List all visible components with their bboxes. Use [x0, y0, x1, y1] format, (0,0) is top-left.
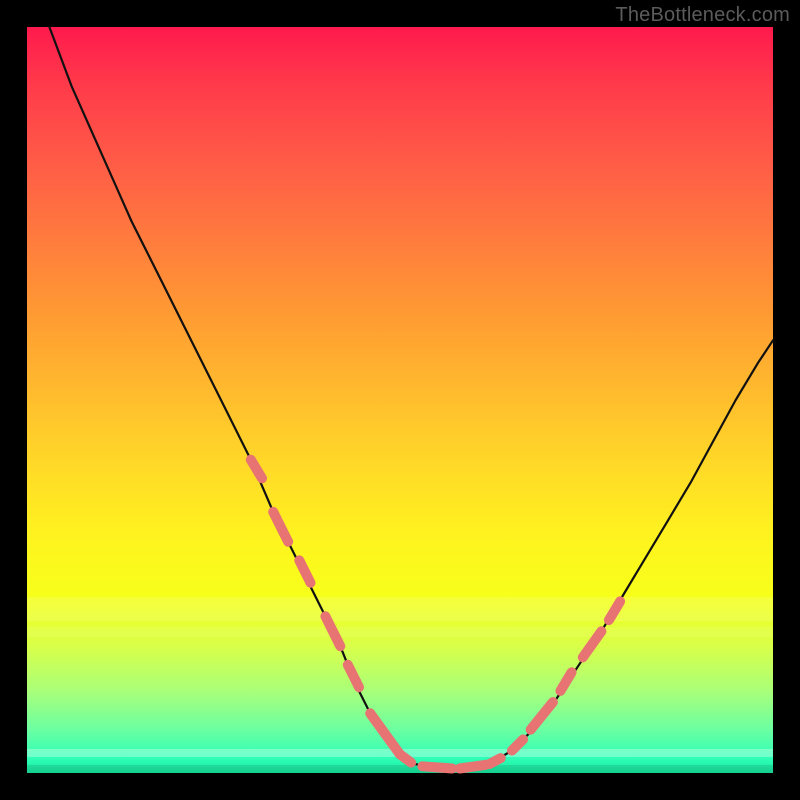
dash-segment [512, 739, 523, 750]
dash-segment [251, 460, 262, 479]
dash-segment [460, 765, 486, 769]
dash-segment [348, 665, 359, 687]
dash-segment [490, 758, 501, 764]
dash-segment [531, 702, 553, 730]
curve-group [49, 27, 773, 769]
dash-segment [583, 631, 602, 657]
dash-segment [422, 766, 452, 768]
dash-segment [560, 672, 571, 691]
dash-group [251, 460, 620, 769]
dash-segment [609, 601, 620, 620]
watermark-text: TheBottleneck.com [615, 4, 790, 27]
dash-segment [400, 754, 411, 762]
dash-segment [370, 713, 400, 754]
dash-segment [299, 560, 310, 582]
dash-segment [325, 616, 340, 646]
bottleneck-curve [49, 27, 773, 769]
chart-frame [27, 27, 773, 773]
dash-segment [273, 512, 288, 542]
chart-svg [27, 27, 773, 773]
